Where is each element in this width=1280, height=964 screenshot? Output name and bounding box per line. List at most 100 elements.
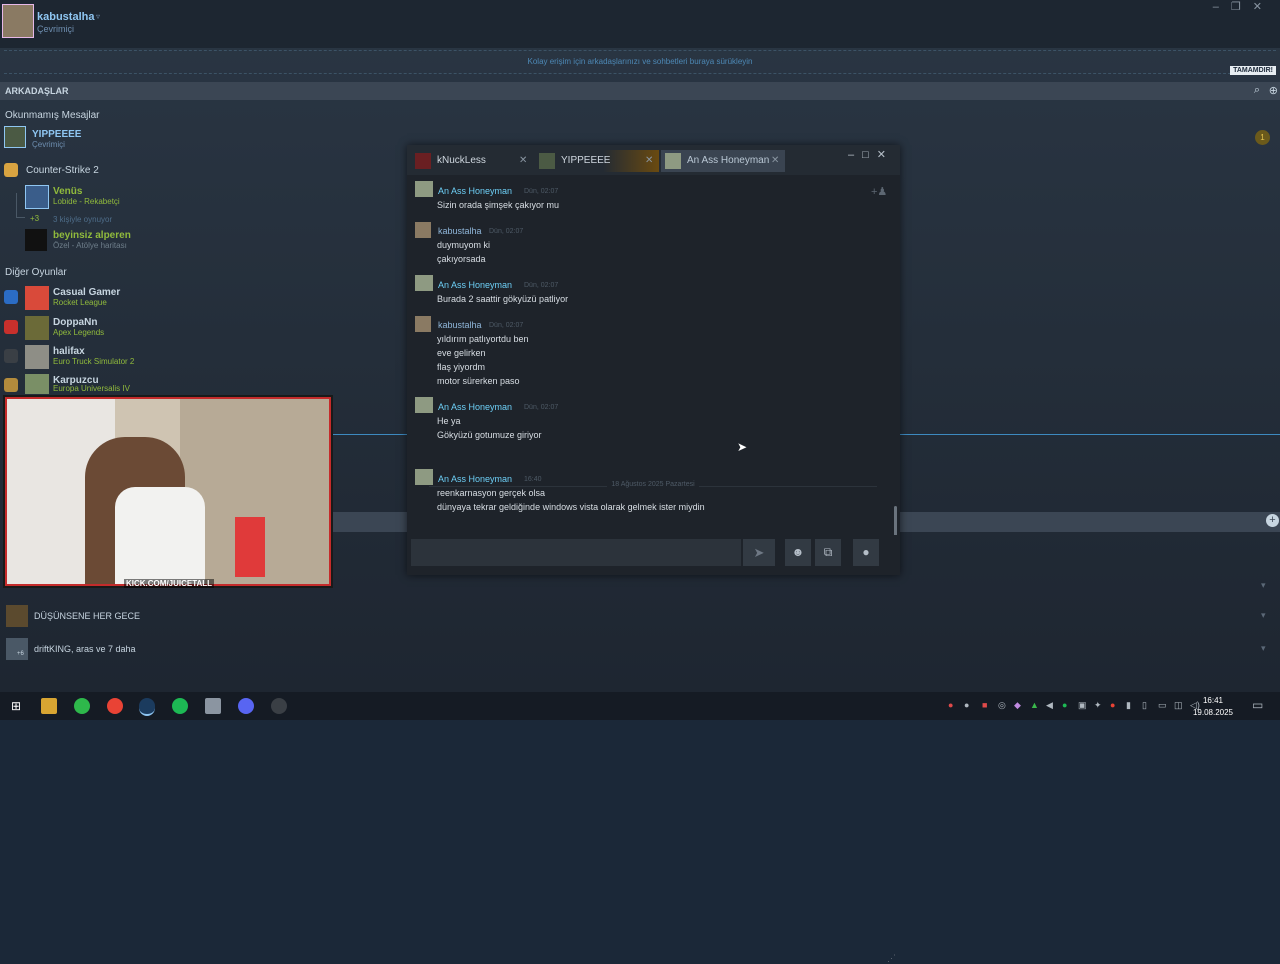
unread-badge: 1: [1255, 130, 1270, 145]
friend-name[interactable]: DoppaNn: [53, 317, 97, 328]
tray-icon[interactable]: ▲: [1030, 700, 1039, 710]
message-text: dünyaya tekrar geldiğinde windows vista …: [437, 502, 705, 512]
taskbar: ⊞ ● ● ■ ◎ ◆ ▲ ◀ ● ▣ ✦ ● ▮ ▯ ▭ ◫ ◁) 16:41…: [0, 692, 1280, 720]
group-chat-name[interactable]: driftKING, aras ve 7 daha: [34, 644, 136, 654]
sender-name[interactable]: An Ass Honeyman: [438, 474, 512, 484]
close-icon[interactable]: ✕: [519, 155, 527, 166]
start-icon[interactable]: ⊞: [8, 698, 24, 714]
add-friend-icon[interactable]: ⊕: [1269, 84, 1278, 97]
resize-handle-icon[interactable]: ⋰: [887, 953, 896, 964]
avatar[interactable]: [25, 185, 49, 209]
chat-tab-active[interactable]: An Ass Honeyman ✕: [661, 150, 785, 172]
status-dropdown-icon[interactable]: ▿: [96, 12, 100, 21]
tab-label: An Ass Honeyman: [687, 155, 770, 166]
battery-icon[interactable]: ▯: [1142, 700, 1147, 711]
spotify-icon[interactable]: [172, 698, 188, 714]
friend-game: Euro Truck Simulator 2: [53, 357, 135, 366]
avatar[interactable]: [25, 374, 49, 394]
tray-icon[interactable]: ◀: [1046, 700, 1053, 711]
chrome-icon[interactable]: [107, 698, 123, 714]
message-text: Burada 2 saattir gökyüzü patliyor: [437, 294, 569, 304]
network-icon[interactable]: ◫: [1174, 700, 1183, 711]
app-icon[interactable]: [271, 698, 287, 714]
mic-icon[interactable]: ●: [948, 700, 953, 710]
steam-icon[interactable]: [139, 698, 155, 716]
minimize-icon[interactable]: –: [848, 149, 862, 161]
favorites-dropzone[interactable]: Kolay erişim için arkadaşlarınızı ve soh…: [4, 50, 1276, 74]
close-icon[interactable]: ✕: [1253, 1, 1274, 13]
chat-tab[interactable]: YIPPEEEE ✕: [535, 150, 659, 172]
date-separator-label: 18 Ağustos 2025 Pazartesi: [607, 481, 699, 488]
add-group-icon[interactable]: +: [1266, 514, 1279, 527]
file-explorer-icon[interactable]: [41, 698, 57, 714]
tray-icon[interactable]: ■: [982, 700, 987, 710]
friend-game: Özel - Atölye haritası: [53, 241, 127, 250]
user-avatar[interactable]: [2, 4, 34, 38]
tray-icon[interactable]: ◆: [1014, 700, 1021, 711]
unread-group-title: Okunmamış Mesajlar: [5, 110, 100, 121]
clock-time[interactable]: 16:41: [1183, 696, 1243, 705]
avatar[interactable]: [25, 345, 49, 369]
group-avatar[interactable]: [6, 605, 28, 627]
avatar[interactable]: [25, 286, 49, 310]
truck-icon: [4, 349, 18, 363]
minimize-icon[interactable]: –: [1213, 1, 1231, 13]
friend-game: Europa Universalis IV: [53, 384, 130, 393]
invite-icon[interactable]: +♟: [871, 185, 887, 198]
sender-name[interactable]: An Ass Honeyman: [438, 280, 512, 290]
whatsapp-icon[interactable]: [74, 698, 90, 714]
sender-name[interactable]: An Ass Honeyman: [438, 402, 512, 412]
tray-icon[interactable]: ▣: [1078, 700, 1087, 711]
profile-header: kabustalha ▿ Çevrimiçi –❐✕: [0, 0, 1280, 48]
attach-icon[interactable]: ⧉: [815, 539, 841, 566]
chevron-down-icon[interactable]: ▾: [1261, 610, 1266, 621]
user-name[interactable]: kabustalha: [37, 11, 94, 23]
eu4-icon: [4, 378, 18, 392]
friend-name[interactable]: YIPPEEEE: [32, 129, 81, 140]
close-icon[interactable]: ✕: [877, 149, 894, 161]
message-input[interactable]: [411, 539, 741, 566]
tray-icon[interactable]: ◎: [998, 700, 1006, 711]
chevron-down-icon[interactable]: ▾: [1261, 580, 1266, 591]
stream-url-overlay: KICK.COM/JUICETALL: [124, 579, 215, 588]
tray-icon[interactable]: ▭: [1158, 700, 1167, 711]
close-icon[interactable]: ✕: [645, 155, 653, 166]
spotify-tray-icon[interactable]: ●: [1062, 700, 1067, 710]
friend-name[interactable]: beyinsiz alperen: [53, 230, 131, 241]
avatar[interactable]: [25, 316, 49, 340]
user-status: Çevrimiçi: [37, 24, 74, 34]
sender-name[interactable]: An Ass Honeyman: [438, 186, 512, 196]
avatar[interactable]: [4, 126, 26, 148]
friend-name[interactable]: halifax: [53, 346, 85, 357]
sender-name[interactable]: kabustalha: [438, 320, 482, 330]
voice-icon[interactable]: ●: [853, 539, 879, 566]
message-text: Sizin orada şimşek çakıyor mu: [437, 200, 560, 210]
sender-name[interactable]: kabustalha: [438, 226, 482, 236]
tray-icon[interactable]: ●: [964, 700, 969, 710]
clock-date[interactable]: 19.08.2025: [1183, 708, 1243, 717]
maximize-icon[interactable]: □: [862, 149, 877, 161]
group-member-count: +6: [17, 651, 24, 657]
avatar: [415, 397, 433, 413]
chrome-tray-icon[interactable]: ●: [1110, 700, 1115, 710]
notifications-icon[interactable]: ▭: [1252, 698, 1263, 712]
friend-name[interactable]: Casual Gamer: [53, 287, 120, 298]
message-text: duymuyom ki: [437, 240, 491, 250]
group-chat-name[interactable]: DÜŞÜNSENE HER GECE: [34, 611, 140, 621]
friend-name[interactable]: Venüs: [53, 186, 82, 197]
tray-icon[interactable]: ✦: [1094, 700, 1102, 711]
done-button[interactable]: TAMAMDIR!: [1230, 66, 1276, 75]
close-icon[interactable]: ✕: [771, 155, 779, 166]
cs2-group-title[interactable]: Counter-Strike 2: [26, 165, 99, 176]
search-icon[interactable]: ⌕: [1254, 84, 1260, 97]
app-icon[interactable]: [205, 698, 221, 714]
avatar[interactable]: [25, 229, 47, 251]
send-button[interactable]: ➤: [743, 539, 775, 566]
chat-history: +♟ An Ass Honeyman Dün, 02:07 Sizin orad…: [407, 175, 900, 561]
tray-icon[interactable]: ▮: [1126, 700, 1131, 711]
chat-tab[interactable]: kNuckLess ✕: [411, 150, 533, 172]
chevron-down-icon[interactable]: ▾: [1261, 643, 1266, 654]
emoji-icon[interactable]: ☻: [785, 539, 811, 566]
maximize-icon[interactable]: ❐: [1231, 1, 1253, 13]
discord-icon[interactable]: [238, 698, 254, 714]
